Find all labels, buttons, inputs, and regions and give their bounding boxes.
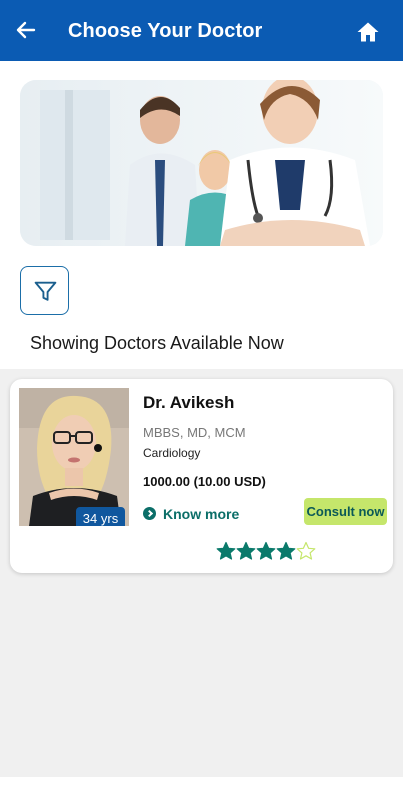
star-filled-icon [236, 541, 256, 560]
doctor-card[interactable]: 34 yrs Dr. Avikesh MBBS, MD, MCM Cardiol… [10, 379, 393, 573]
home-icon[interactable] [356, 20, 380, 44]
availability-status-text: Showing Doctors Available Now [30, 333, 284, 353]
consult-now-button[interactable]: Consult now [304, 498, 387, 525]
star-filled-icon [216, 541, 236, 560]
doctors-banner-image [20, 80, 383, 246]
filter-button[interactable] [20, 266, 69, 315]
doctor-age-badge: 34 yrs [76, 507, 125, 526]
doctor-name: Dr. Avikesh [143, 393, 235, 412]
know-more-label: Know more [163, 506, 240, 522]
star-filled-icon [256, 541, 276, 560]
back-arrow-icon[interactable] [14, 18, 38, 42]
chevron-right-circle-icon [143, 507, 156, 520]
bottom-spacer [0, 777, 403, 800]
star-empty-icon [296, 541, 316, 560]
doctor-photo: 34 yrs [19, 388, 129, 526]
doctor-specialty: Cardiology [143, 446, 201, 460]
consultation-fee: 1000.00 (10.00 USD) [143, 474, 266, 489]
doctor-degree: MBBS, MD, MCM [143, 425, 246, 440]
page-title: Choose Your Doctor [68, 20, 263, 42]
filter-icon [34, 281, 57, 301]
app-bar: Choose Your Doctor [0, 0, 403, 61]
star-filled-icon [276, 541, 296, 560]
